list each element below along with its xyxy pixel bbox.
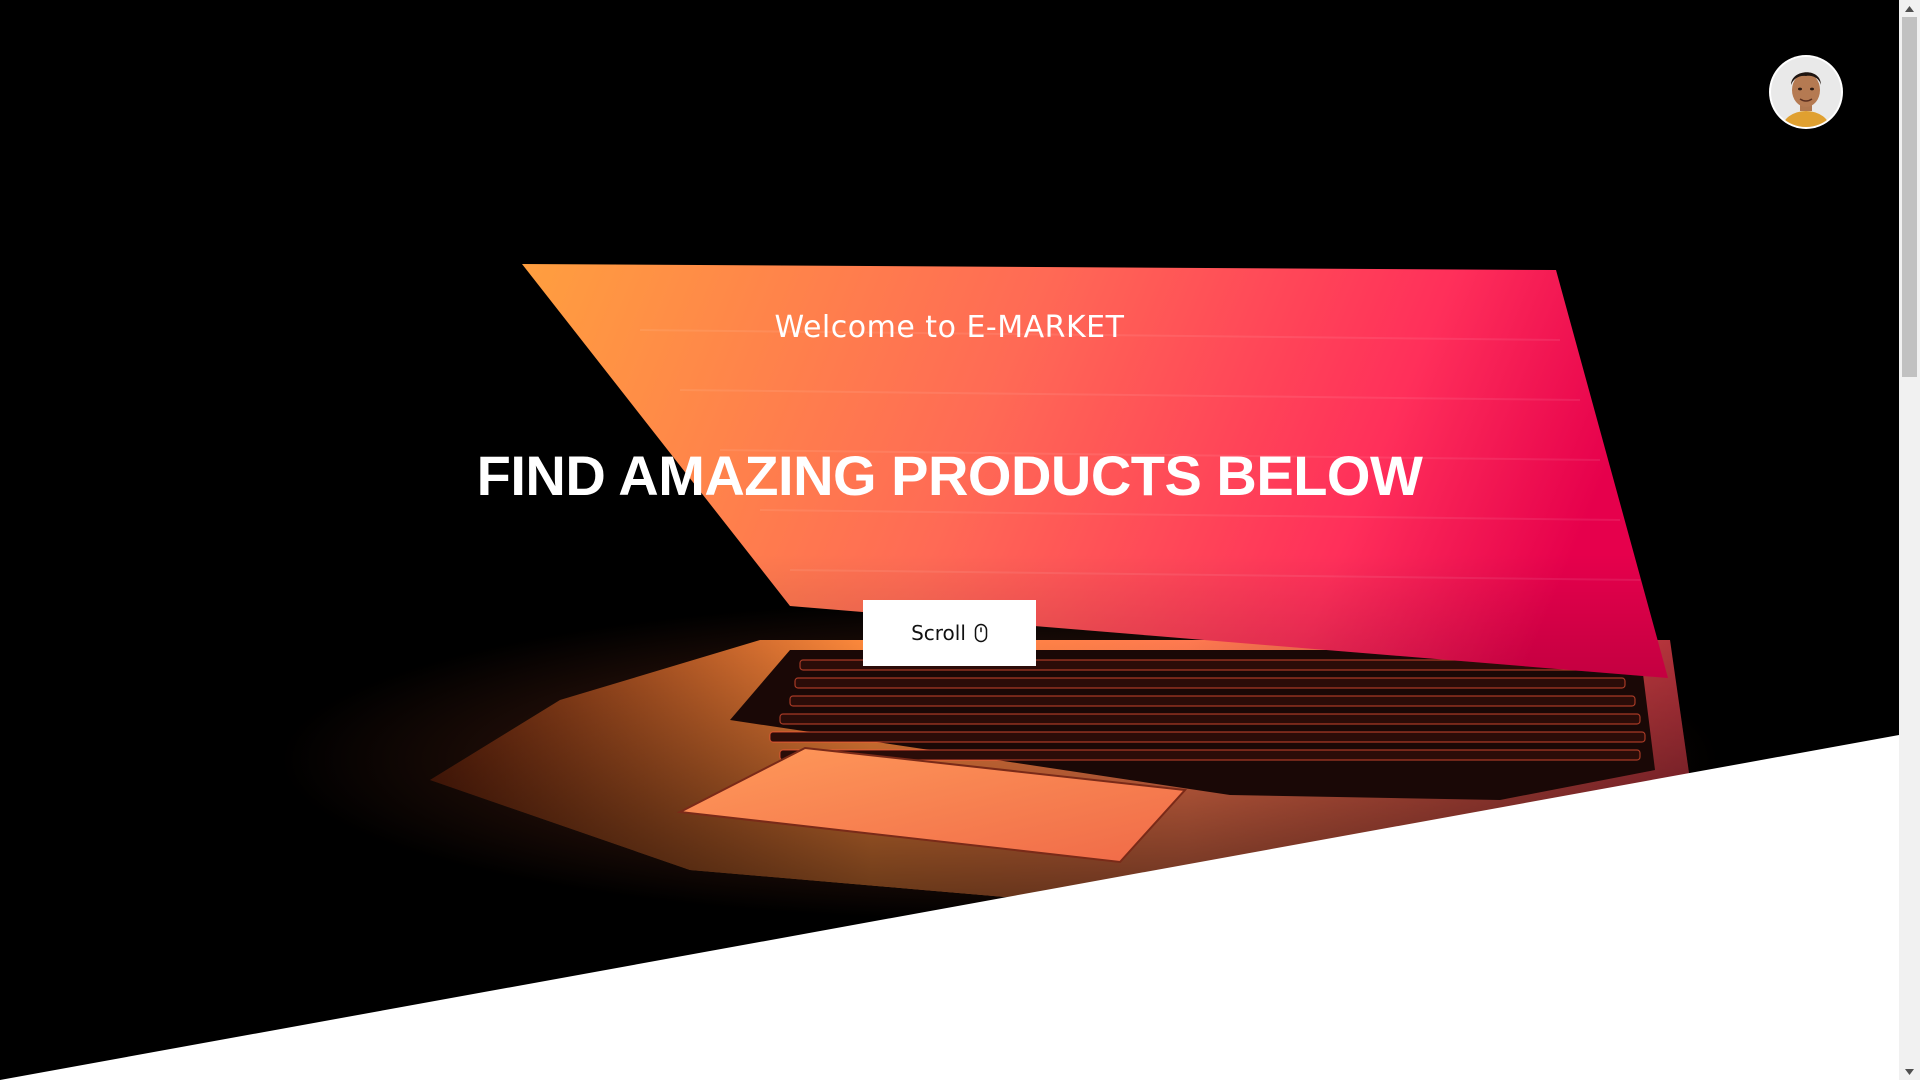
profile-avatar[interactable] xyxy=(1771,57,1841,127)
user-avatar-icon xyxy=(1771,57,1841,127)
hero-headline: FIND AMAZING PRODUCTS BELOW xyxy=(476,444,1423,507)
vertical-scrollbar[interactable] xyxy=(1899,0,1920,1080)
scroll-down-arrow-icon[interactable] xyxy=(1899,1063,1920,1080)
scroll-button[interactable]: Scroll xyxy=(863,600,1036,666)
scroll-button-label: Scroll xyxy=(911,621,966,645)
mouse-icon xyxy=(974,623,988,643)
scroll-up-arrow-icon[interactable] xyxy=(1899,0,1920,17)
welcome-text: Welcome to E-MARKET xyxy=(774,310,1125,345)
hero-laptop-image xyxy=(0,264,1899,1080)
page-viewport: Welcome to E-MARKET FIND AMAZING PRODUCT… xyxy=(0,0,1899,1080)
scrollbar-thumb[interactable] xyxy=(1902,17,1917,377)
